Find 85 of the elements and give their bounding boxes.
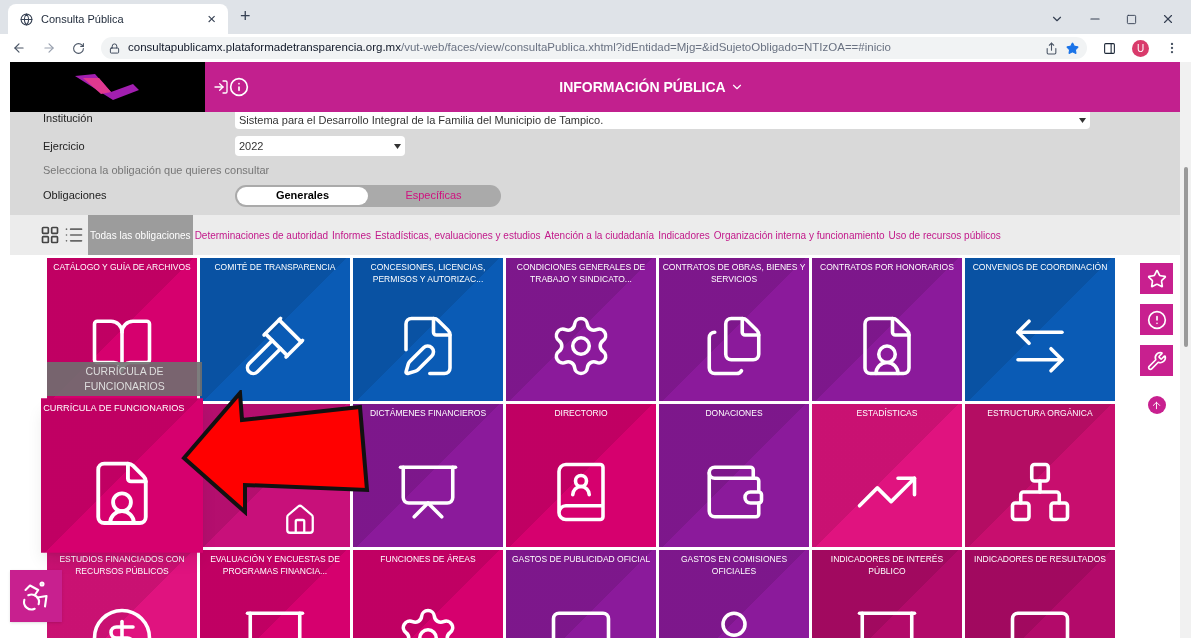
tile-title: CONDICIONES GENERALES DE TRABAJO Y SINDICATO... (515, 261, 647, 285)
grid-view-icon[interactable] (40, 225, 60, 245)
category-tab[interactable]: Estadísticas, evaluaciones y estudios (372, 215, 543, 255)
accessibility-button[interactable] (10, 570, 62, 622)
favorites-button[interactable] (1140, 263, 1173, 294)
tile-title: EVALUACIÓN Y ENCUESTAS DE PROGRAMAS FINANCIA... (209, 553, 341, 577)
tools-button[interactable] (1140, 345, 1173, 376)
tile-title: GASTOS EN COMISIONES OFICIALES (679, 553, 789, 577)
alert-button[interactable] (1140, 304, 1173, 335)
tile-title: DIRECTORIO (553, 407, 609, 419)
tile-title: CATÁLOGO Y GUÍA DE ARCHIVOS (52, 261, 192, 273)
category-tab[interactable]: Determinaciones de autoridad (192, 215, 331, 255)
category-tab[interactable]: Uso de recursos públicos (886, 215, 1003, 255)
obligation-tile[interactable]: GASTOS DE PUBLICIDAD OFICIAL (506, 550, 656, 638)
tile-title: CONTRATOS DE OBRAS, BIENES Y SERVICIOS (661, 261, 807, 285)
lock-icon (109, 42, 120, 54)
close-icon[interactable] (1161, 12, 1175, 26)
bookmark-star-icon[interactable] (1066, 41, 1079, 55)
category-tab[interactable]: Organización interna y funcionamiento (711, 215, 887, 255)
browser-tab[interactable]: Consulta Pública × (8, 4, 228, 34)
tile-title: ESTRUCTURA ORGÁNICA (986, 407, 1094, 419)
section-menu-button[interactable]: INFORMACIÓN PÚBLICA (559, 76, 744, 98)
category-tab[interactable]: Atención a la ciudadanía (542, 215, 657, 255)
obligations-label: Obligaciones (43, 188, 108, 204)
obligation-tile[interactable]: INDICADORES DE RESULTADOS (965, 550, 1115, 638)
institution-select[interactable]: Sistema para el Desarrollo Integral de la Familia del Municipio de Tampico. (235, 112, 1090, 129)
obligation-tile[interactable]: ESTADÍSTICAS (812, 404, 962, 547)
tile-title: DICTÁMENES FINANCIEROS (368, 407, 488, 419)
year-select[interactable]: 2022 (235, 136, 405, 156)
dropdown-caret-icon (394, 143, 401, 149)
hint-text: Selecciona la obligación que quieres consultar (43, 163, 271, 178)
star-icon (1146, 268, 1167, 289)
tile-title: GASTOS DE PUBLICIDAD OFICIAL (510, 553, 652, 565)
obligation-tile[interactable]: DONACIONES (659, 404, 809, 547)
obligation-tile[interactable]: CONDICIONES GENERALES DE TRABAJO Y SINDICATO... (506, 258, 656, 401)
obligation-tile[interactable]: ESTUDIOS FINANCIADOS CON RECURSOS PÚBLICOS (47, 550, 197, 638)
alert-icon (1146, 309, 1167, 330)
profile-avatar[interactable]: U (1132, 39, 1149, 57)
obligation-tile[interactable]: EVALUACIÓN Y ENCUESTAS DE PROGRAMAS FINANCIA... (200, 550, 350, 638)
globe-icon (20, 12, 33, 26)
reload-icon[interactable] (72, 41, 85, 55)
tile-title: FUNCIONES DE ÁREAS (379, 553, 477, 565)
list-view-icon[interactable] (64, 225, 84, 245)
new-tab-button[interactable]: + (240, 3, 251, 30)
tile-title: ESTUDIOS FINANCIADOS CON RECURSOS PÚBLICOS (58, 553, 186, 577)
side-panel-icon[interactable] (1103, 41, 1116, 55)
tooltip: CURRÍCULA DE FUNCIONARIOS (47, 362, 202, 396)
toggle-option[interactable]: Generales (237, 186, 368, 205)
maximize-icon[interactable] (1126, 13, 1137, 25)
obligation-tile[interactable]: GASTOS EN COMISIONES OFICIALES (659, 550, 809, 638)
url-text: consultapublicamx.plataformadetransparencia.org.mx/vut-web/faces/view/consultaPublica.xhtml?idEntidad=Mjg=&idSujetoObligado=NTIzOA==#inicio (128, 40, 891, 56)
category-tab[interactable]: Indicadores (656, 215, 712, 255)
obligation-tile[interactable]: CONVENIOS DE COORDINACIÓN (965, 258, 1115, 401)
share-icon[interactable] (1045, 41, 1058, 55)
obligation-tile[interactable]: CONTRATOS POR HONORARIOS (812, 258, 962, 401)
category-tab[interactable]: Informes (330, 215, 373, 255)
obligation-tile[interactable]: FUNCIONES DE ÁREAS (353, 550, 503, 638)
arrow-up-icon (1151, 399, 1162, 411)
tab-close-button[interactable]: × (207, 7, 216, 31)
obligation-tile[interactable]: ESTRUCTURA ORGÁNICA (965, 404, 1115, 547)
obligation-tile[interactable]: INDICADORES DE INTERÉS PÚBLICO (812, 550, 962, 638)
tile-title: ESTADÍSTICAS (855, 407, 919, 419)
obligation-tile[interactable]: DICTÁMENES FINANCIEROS (353, 404, 503, 547)
info-panel-icon[interactable] (213, 77, 249, 97)
tile-title: CONCESIONES, LICENCIAS, PERMISOS Y AUTORIZAC... (369, 261, 487, 285)
tile-title: INDICADORES DE RESULTADOS (973, 553, 1107, 565)
year-label: Ejercicio (43, 138, 86, 154)
obligation-tile[interactable]: CONCESIONES, LICENCIAS, PERMISOS Y AUTORIZAC... (353, 258, 503, 401)
scroll-top-button[interactable] (1147, 396, 1166, 414)
obligation-tile[interactable]: COMITÉ DE TRANSPARENCIA (200, 258, 350, 401)
obligation-tile[interactable]: DIRECTORIO (506, 404, 656, 547)
institution-label: Institución (43, 113, 94, 124)
address-field[interactable]: consultapublicamx.plataformadetransparencia.org.mx/vut-web/faces/view/consultaPublica.xhtml?idEntidad=Mjg=&idSujetoObligado=NTIzOA==#inicio (101, 37, 1087, 59)
tile-title: CONTRATOS POR HONORARIOS (819, 261, 955, 273)
house-icon (283, 503, 317, 537)
tile-title: CONVENIOS DE COORDINACIÓN (971, 261, 1109, 273)
obligation-tile[interactable]: CONTRATOS DE OBRAS, BIENES Y SERVICIOS (659, 258, 809, 401)
tile-title: CURRÍCULA DE FUNCIONARIOS (42, 401, 186, 415)
back-icon[interactable] (12, 41, 26, 55)
tile-title: DONACIONES (704, 407, 764, 419)
dropdown-caret-icon (1079, 118, 1086, 123)
tile-title: COMITÉ DE TRANSPARENCIA (213, 261, 337, 273)
tile-title: INDICADORES DE INTERÉS PÚBLICO (829, 553, 945, 577)
tab-title: Consulta Pública (41, 11, 125, 27)
wrench-icon (1146, 350, 1167, 371)
